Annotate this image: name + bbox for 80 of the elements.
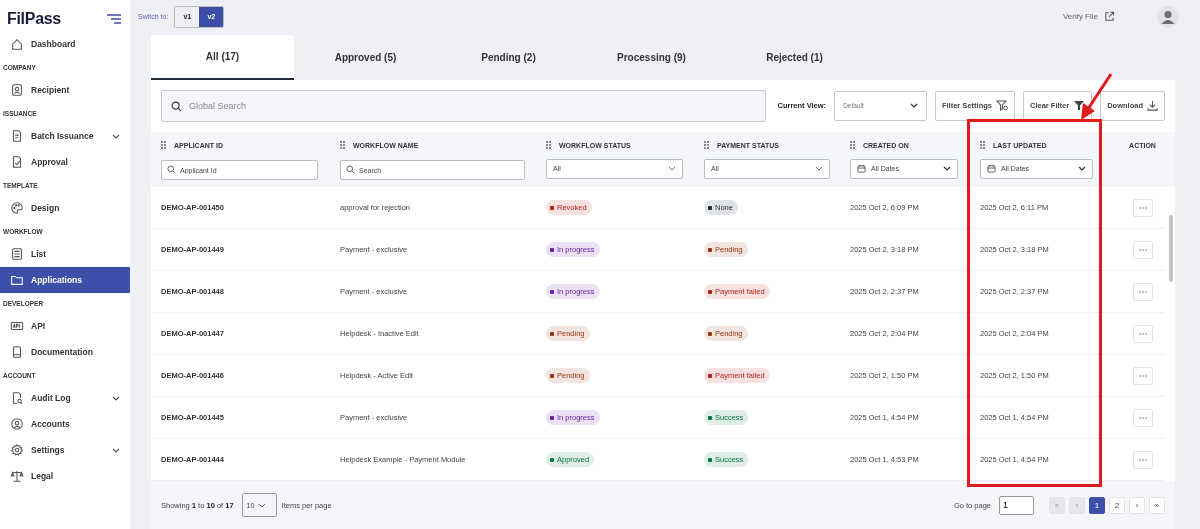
folder-icon [10,273,24,287]
nav-item[interactable]: Legal [0,463,130,489]
search-field[interactable]: Global Search [161,89,766,122]
chevron-down-icon [1078,166,1086,172]
more-icon [1138,206,1147,209]
more-icon [1138,458,1147,461]
document-icon [10,129,24,143]
more-button[interactable] [1132,282,1153,301]
nav-item[interactable]: Approval [0,149,130,175]
more-button[interactable] [1132,198,1153,217]
download-icon [1147,100,1158,112]
more-icon [1138,332,1147,335]
home-icon [10,37,24,51]
nav-item[interactable]: Audit Log [0,385,130,411]
more-icon [1138,290,1147,293]
api-icon [10,319,24,333]
avatar-icon[interactable] [1157,5,1179,28]
user-card-icon [10,83,24,97]
calendar-icon [987,164,996,174]
external-link-icon [1104,11,1115,22]
drag-handle-icon[interactable] [704,141,709,150]
chevron-down-icon [815,166,823,172]
tab[interactable]: Pending (2) [437,35,580,80]
more-button[interactable] [1132,450,1153,469]
chevron-down-icon [943,166,951,172]
scale-icon [10,469,24,483]
menu-icon[interactable] [107,13,121,24]
drag-handle-icon[interactable] [850,141,855,150]
nav-item[interactable]: API [0,313,130,339]
nav-item[interactable]: Applications [0,267,130,293]
tab[interactable]: Approved (5) [294,35,437,80]
tab[interactable]: Processing (9) [580,35,723,80]
more-icon [1138,248,1147,251]
page-button[interactable]: › [1129,496,1145,514]
nav-item[interactable]: Accounts [0,411,130,437]
filter-icon [995,100,1008,112]
page-input[interactable]: 1 [999,495,1034,515]
list-icon [10,247,24,261]
more-icon [1138,374,1147,377]
settings-icon [10,443,24,457]
search-icon [346,164,355,174]
chevron-down-icon [112,133,120,139]
page-button[interactable]: 1 [1089,496,1105,514]
filter-icon [1073,100,1086,112]
drag-handle-icon[interactable] [980,141,985,150]
logo: FilPass [7,9,61,28]
more-button[interactable] [1132,324,1153,343]
nav-item[interactable]: List [0,241,130,267]
search-icon [171,100,182,112]
drag-handle-icon[interactable] [546,141,551,150]
scrollbar-thumb[interactable] [1169,215,1173,282]
chevron-down-icon [909,103,918,109]
chevron-down-icon [668,166,676,172]
nav-item[interactable]: Documentation [0,339,130,365]
more-button[interactable] [1132,366,1153,385]
drag-handle-icon[interactable] [340,141,345,150]
chevron-down-icon [258,502,267,508]
book-icon [10,345,24,359]
search-icon [167,164,176,174]
chevron-down-icon [112,447,120,453]
tab[interactable]: All (17) [151,35,294,80]
nav-item[interactable]: Batch Issuance [0,123,130,149]
verify-file-link[interactable]: Verify File [1062,12,1098,21]
chevron-down-icon [112,395,120,401]
more-button[interactable] [1132,408,1153,427]
nav-item[interactable]: Settings [0,437,130,463]
nav-item[interactable]: Recipient [0,77,130,103]
more-icon [1138,416,1147,419]
tab[interactable]: Rejected (1) [723,35,866,80]
nav-item[interactable]: Design [0,195,130,221]
document-check-icon [10,155,24,169]
nav-item[interactable]: Dashboard [0,31,130,57]
more-button[interactable] [1132,240,1153,259]
calendar-icon [857,164,866,174]
document-search-icon [10,391,24,405]
user-circle-icon [10,417,24,431]
page-button[interactable]: 2 [1109,496,1125,514]
drag-handle-icon[interactable] [161,141,166,150]
page-button[interactable]: » [1149,496,1165,514]
palette-icon [10,201,24,215]
